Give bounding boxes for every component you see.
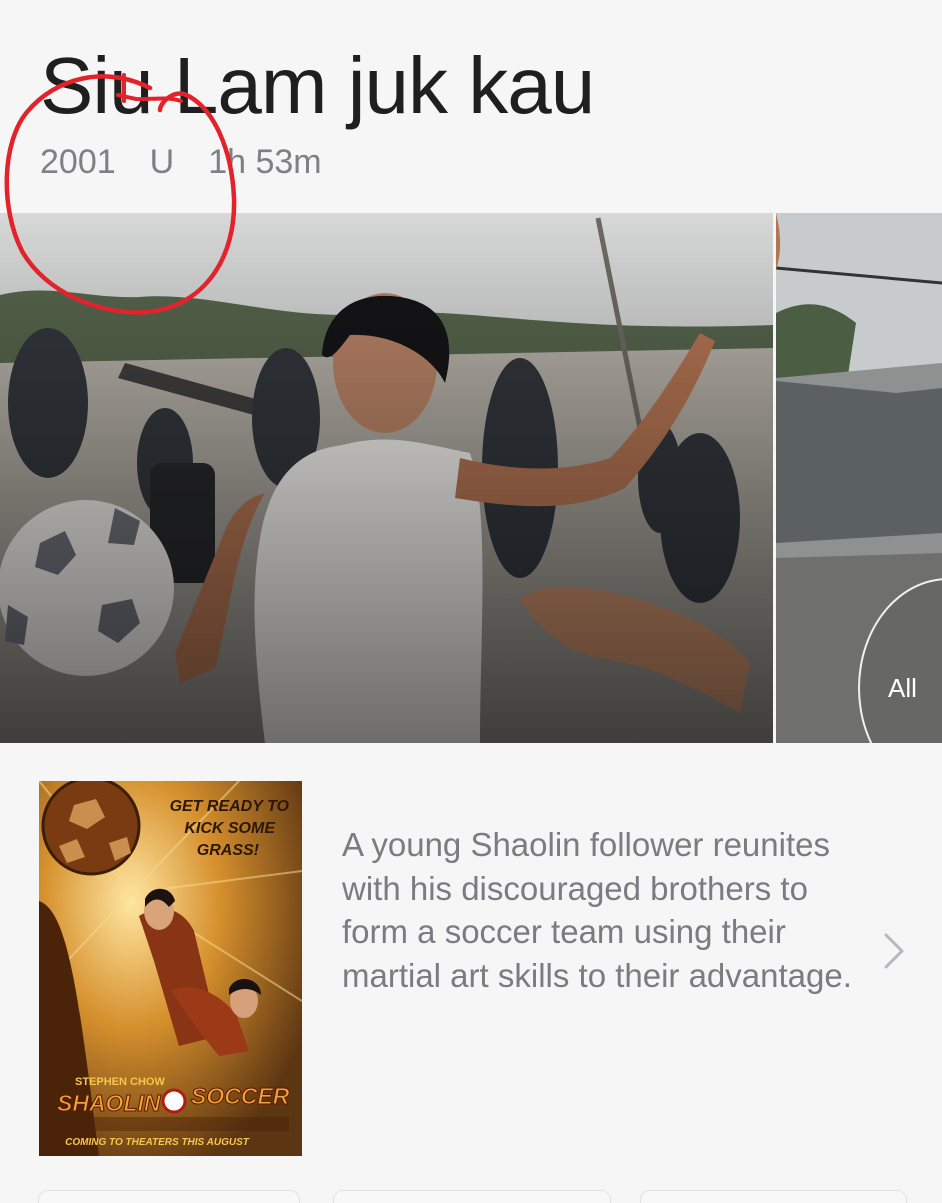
movie-description: A young Shaolin follower reunites with h… [342, 826, 852, 994]
release-year: 2001 [40, 143, 116, 181]
movie-metadata: 2001 U 1h 53m [40, 142, 322, 182]
movie-title: Siu Lam juk kau [40, 41, 595, 130]
poster-title-right: SOCCER [191, 1083, 290, 1109]
poster-title-left: SHAOLIN [57, 1090, 161, 1116]
bottom-card-3[interactable] [640, 1190, 907, 1203]
movie-poster-image: GET READY TO KICK SOME GRASS! STEPHEN CH… [39, 781, 302, 1156]
poster-tagline-1: GET READY TO [170, 798, 290, 815]
movie-still-1[interactable] [0, 213, 773, 743]
age-rating: U [149, 143, 175, 181]
bottom-card-row [0, 1190, 942, 1203]
poster-release: COMING TO THEATERS THIS AUGUST [65, 1137, 250, 1148]
movie-poster[interactable]: GET READY TO KICK SOME GRASS! STEPHEN CH… [39, 781, 302, 1156]
movie-info-row[interactable]: GET READY TO KICK SOME GRASS! STEPHEN CH… [0, 743, 942, 1200]
runtime: 1h 53m [208, 143, 322, 181]
poster-credit: STEPHEN CHOW [75, 1076, 165, 1088]
chevron-right-icon[interactable] [878, 931, 908, 971]
poster-tagline-3: GRASS! [197, 842, 260, 859]
movie-still-image [0, 213, 773, 743]
bottom-card-1[interactable] [38, 1190, 300, 1203]
view-all-label: All [888, 672, 917, 703]
poster-tagline-2: KICK SOME [184, 820, 276, 837]
bottom-card-2[interactable] [333, 1190, 611, 1203]
media-gallery[interactable]: All [0, 213, 942, 743]
